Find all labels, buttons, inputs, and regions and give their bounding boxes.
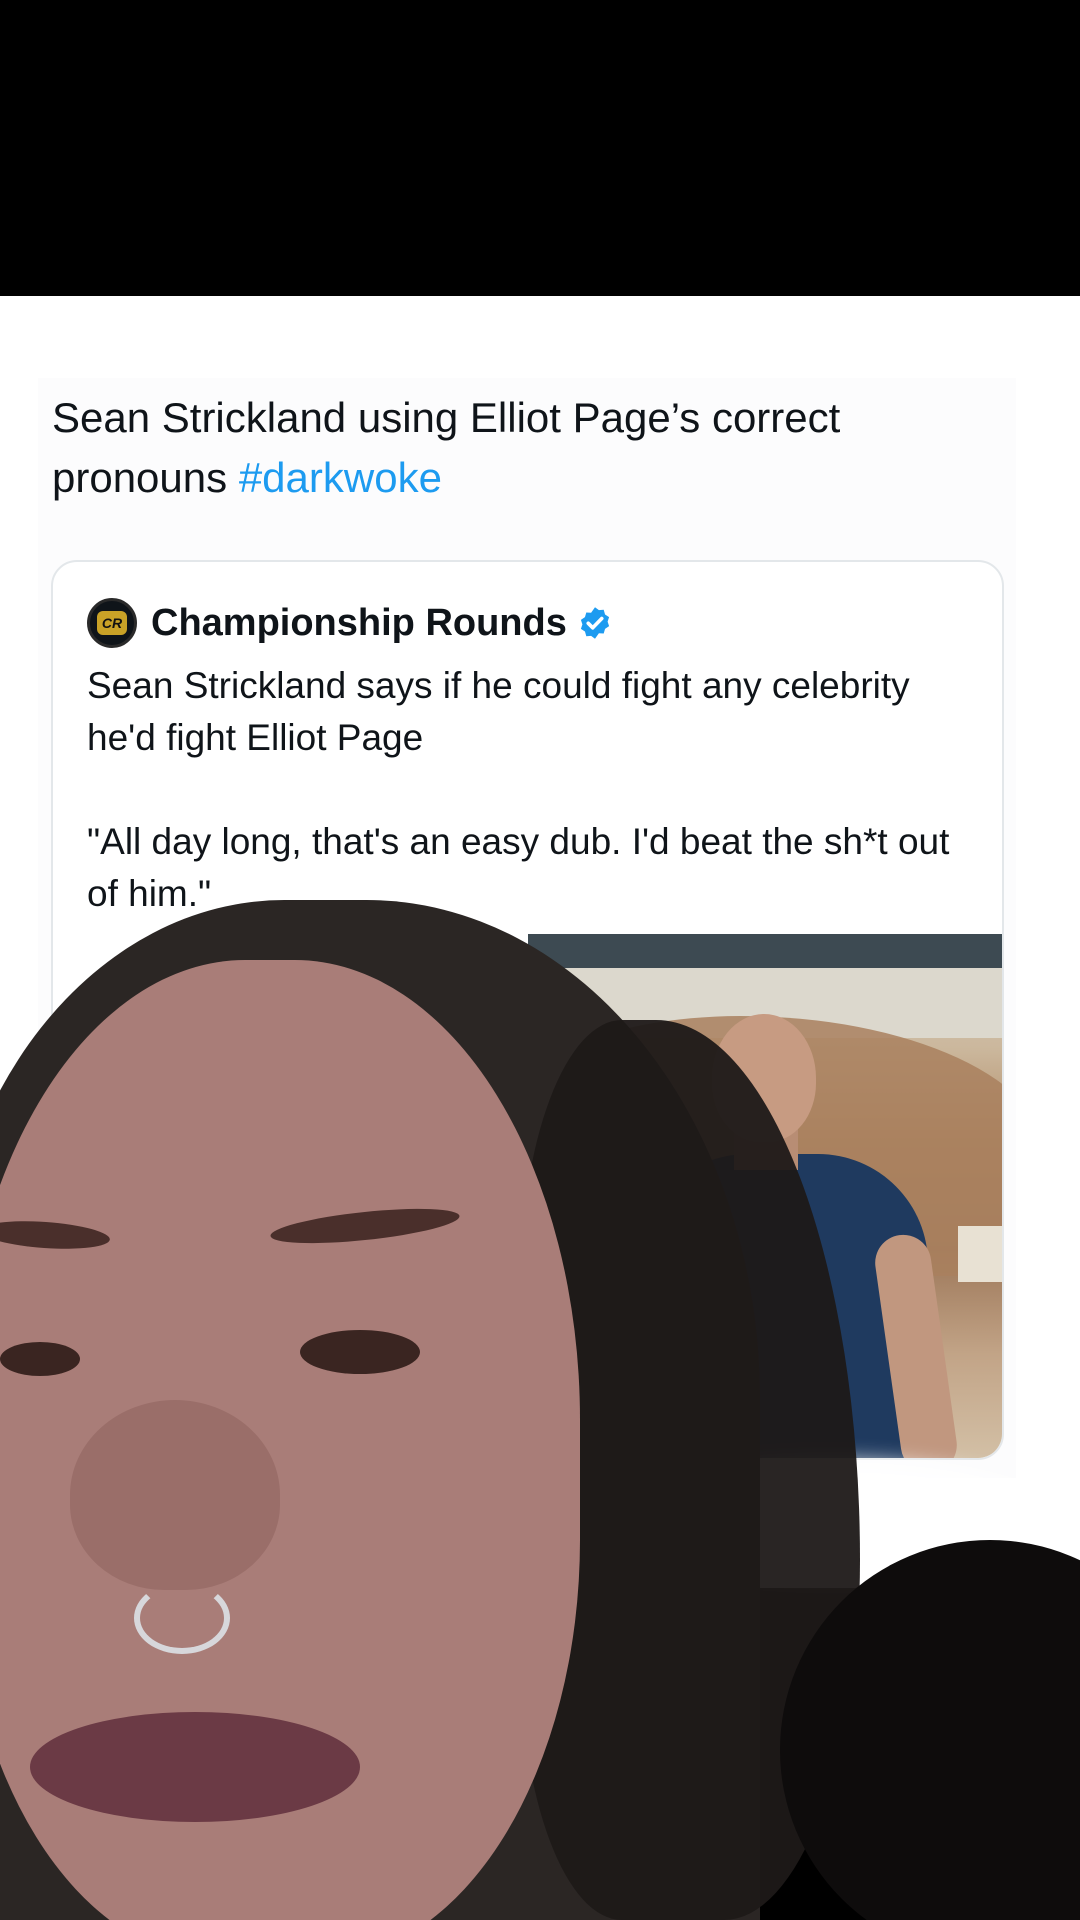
hashtag-link[interactable]: #darkwoke <box>239 454 442 501</box>
presenter-mouth <box>30 1712 360 1822</box>
post-text: Sean Strickland using Elliot Page’s corr… <box>52 388 952 508</box>
verified-badge-icon <box>580 607 609 639</box>
nose-ring <box>134 1582 230 1654</box>
post-text-body: Sean Strickland using Elliot Page’s corr… <box>52 394 841 501</box>
avatar[interactable]: CR <box>87 598 137 648</box>
top-letterbox <box>0 0 1080 296</box>
author-name[interactable]: Championship Rounds <box>151 602 567 645</box>
presenter-right-eye <box>300 1330 420 1374</box>
presenter-left-eye <box>0 1342 80 1376</box>
avatar-logo: CR <box>97 611 127 635</box>
green-screen-presenter <box>0 900 1080 1920</box>
quoted-tweet-paragraph: Sean Strickland says if he could fight a… <box>87 665 910 758</box>
quoted-tweet-header: CR Championship Rounds <box>87 594 613 652</box>
presenter-nose <box>70 1400 280 1590</box>
